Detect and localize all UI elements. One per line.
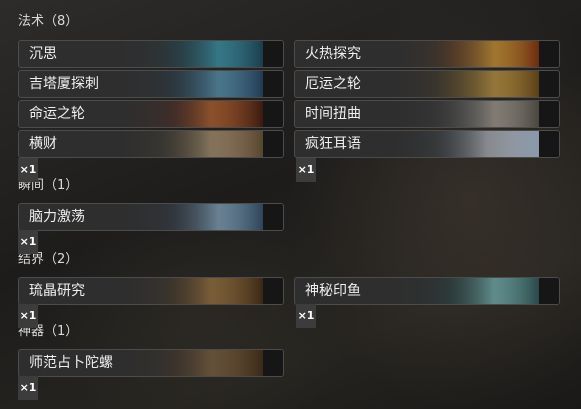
card-slot[interactable]: 火热探究 [294,40,560,68]
card-slot[interactable]: 神秘印鱼 [294,277,560,305]
card-slot[interactable]: 命运之轮 [18,100,284,128]
card-name: 横财 [29,136,57,152]
card-slot[interactable]: 吉塔厦探刺 [18,70,284,98]
card-name: 火热探究 [305,46,361,62]
card-name: 时间扭曲 [305,106,361,122]
card-quantity-badge: ×1 [296,158,316,182]
card-slot[interactable]: 师范占卜陀螺 [18,349,284,377]
card-name: 脑力激荡 [29,209,85,225]
card-quantity-badge: ×1 [18,158,38,182]
card-slot[interactable]: 脑力激荡 [18,203,284,231]
card-name: 疯狂耳语 [305,136,361,152]
card-slot[interactable]: 疯狂耳语 [294,130,560,158]
card-name: 师范占卜陀螺 [29,355,113,371]
card-name: 命运之轮 [29,106,85,122]
card-name: 沉思 [29,46,57,62]
card-slot[interactable]: 琉晶研究 [18,277,284,305]
card-name: 厄运之轮 [305,76,361,92]
card-slot[interactable]: 沉思 [18,40,284,68]
card-name: 吉塔厦探刺 [29,76,99,92]
card-name: 神秘印鱼 [305,283,361,299]
card-quantity-badge: ×1 [18,376,38,400]
card-slot[interactable]: 时间扭曲 [294,100,560,128]
card-name: 琉晶研究 [29,283,85,299]
card-quantity-badge: ×1 [18,230,38,254]
card-slot[interactable]: 厄运之轮 [294,70,560,98]
card-quantity-badge: ×1 [296,304,316,328]
card-quantity-badge: ×1 [18,304,38,328]
section-heading-spells: 法术（8） [18,14,79,29]
card-slot[interactable]: 横财 [18,130,284,158]
